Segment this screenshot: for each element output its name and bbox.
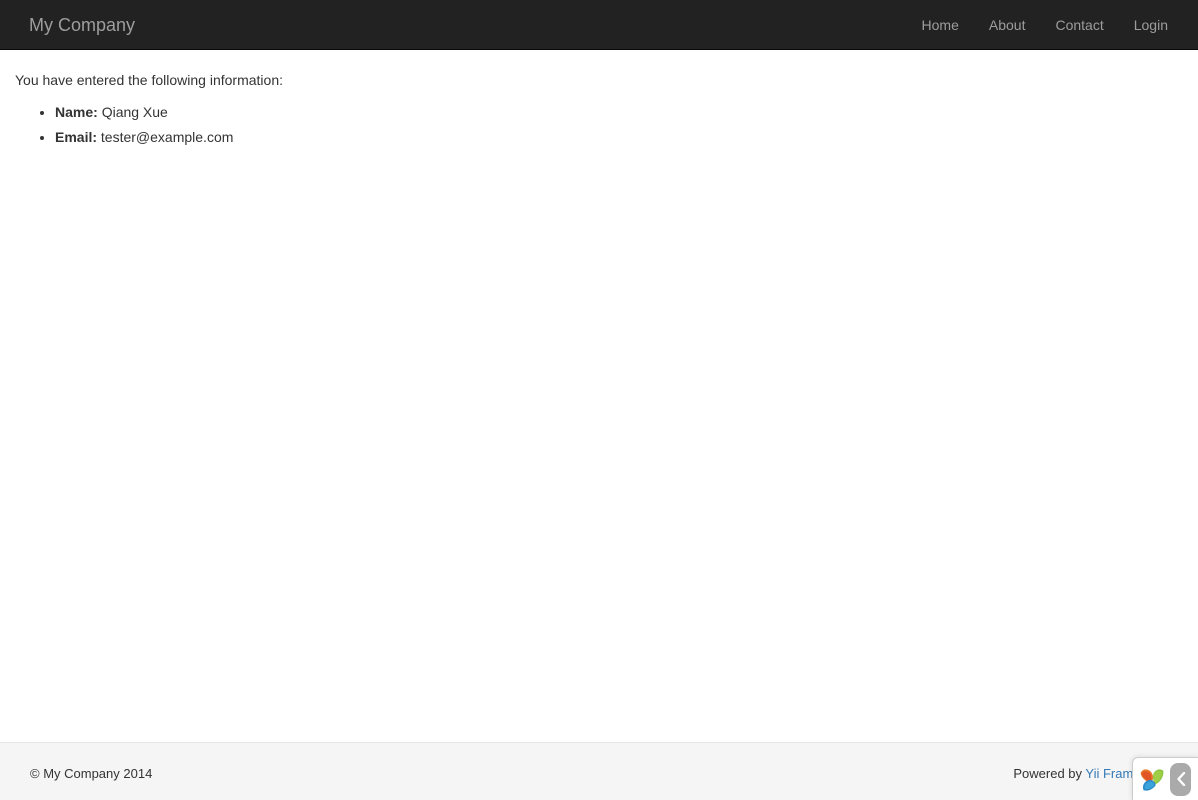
powered-by-label: Powered by [1013,766,1085,781]
nav-item-about: About [974,0,1041,50]
chevron-left-icon [1176,772,1186,786]
nav-item-contact: Contact [1040,0,1118,50]
yii-debug-toolbar[interactable] [1132,757,1198,800]
main-content: You have entered the following informati… [0,50,1198,150]
info-label-email: Email: [55,129,97,145]
list-item: Email: tester@example.com [55,125,1183,150]
nav-link-contact[interactable]: Contact [1040,0,1118,50]
nav-link-about[interactable]: About [974,0,1041,50]
nav-link-login[interactable]: Login [1119,0,1183,50]
info-value-name: Qiang Xue [102,104,168,120]
page-footer: © My Company 2014 Powered by Yii Framewo… [0,742,1198,800]
yii-logo-icon [1137,764,1167,794]
info-label-name: Name: [55,104,98,120]
info-value-email: tester@example.com [101,129,233,145]
top-navbar: My Company Home About Contact Login [0,0,1198,50]
entry-info-list: Name: Qiang Xue Email: tester@example.co… [15,100,1183,150]
footer-inner: © My Company 2014 Powered by Yii Framewo… [0,743,1198,800]
nav-item-home: Home [907,0,974,50]
debug-toolbar-toggle-button[interactable] [1170,763,1191,796]
footer-copyright: © My Company 2014 [30,765,152,784]
nav-item-login: Login [1119,0,1183,50]
intro-text: You have entered the following informati… [15,70,1183,90]
navbar-nav: Home About Contact Login [907,0,1183,50]
navbar-brand[interactable]: My Company [29,0,135,50]
nav-link-home[interactable]: Home [907,0,974,50]
list-item: Name: Qiang Xue [55,100,1183,125]
